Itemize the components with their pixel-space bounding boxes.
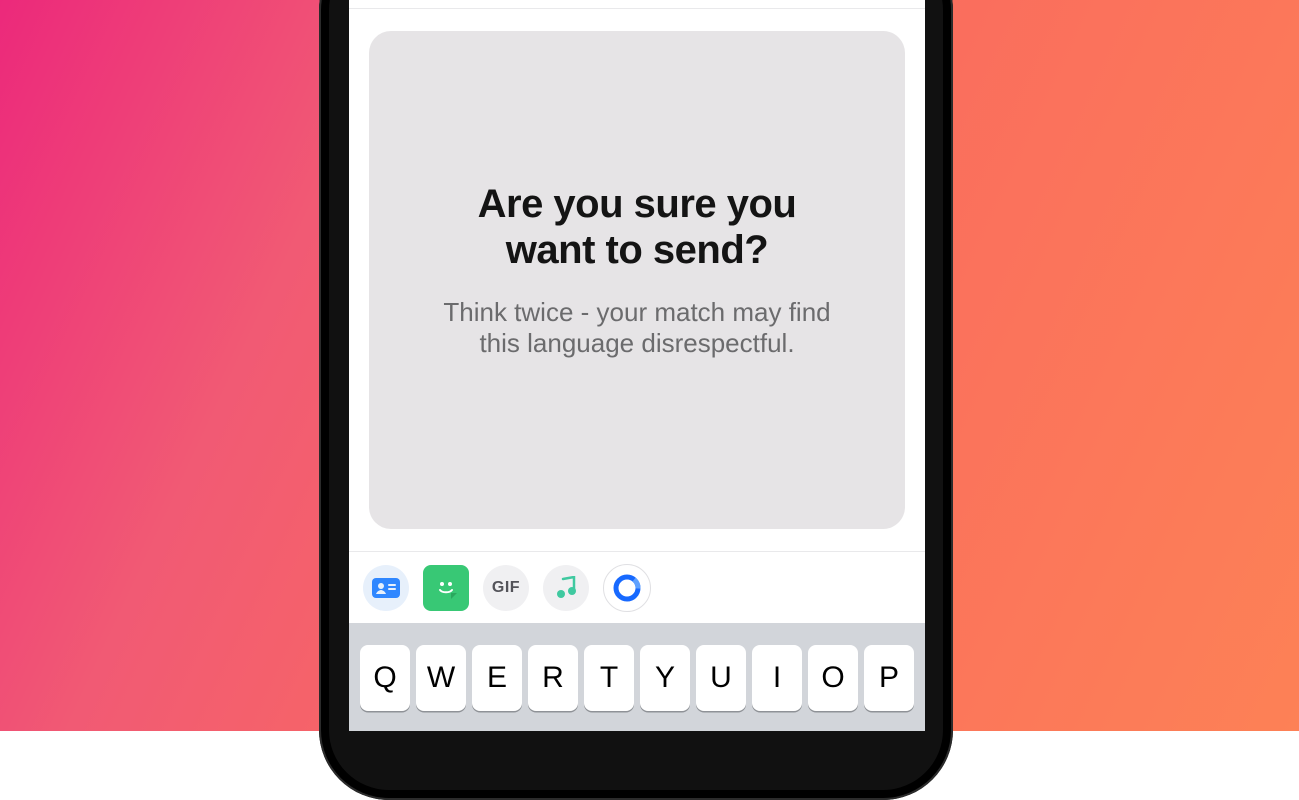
sticker-smiley-icon xyxy=(431,573,461,603)
key-q[interactable]: Q xyxy=(360,645,410,711)
key-i[interactable]: I xyxy=(752,645,802,711)
key-o[interactable]: O xyxy=(808,645,858,711)
keyboard-row-1: Q W E R T Y U I O P xyxy=(349,645,925,711)
phone-screen: Are you sure you want to send? Think twi… xyxy=(349,0,925,731)
contact-card-icon xyxy=(372,578,400,598)
dialog-title-line2: want to send? xyxy=(506,228,768,272)
key-r[interactable]: R xyxy=(528,645,578,711)
confirmation-dialog: Are you sure you want to send? Think twi… xyxy=(369,31,905,529)
key-y[interactable]: Y xyxy=(640,645,690,711)
key-e[interactable]: E xyxy=(472,645,522,711)
gif-icon: GIF xyxy=(492,579,520,597)
input-toolbar: GIF xyxy=(349,551,925,624)
music-note-icon xyxy=(555,576,577,600)
key-t[interactable]: T xyxy=(584,645,634,711)
noom-circle-icon xyxy=(613,574,641,602)
nav-bar-stub xyxy=(349,0,925,9)
noom-button[interactable] xyxy=(603,564,651,612)
dialog-title-line1: Are you sure you xyxy=(478,182,797,226)
sticker-button[interactable] xyxy=(423,565,469,611)
contact-card-button[interactable] xyxy=(363,565,409,611)
dialog-body: Think twice - your match may find this l… xyxy=(399,297,875,359)
gif-button[interactable]: GIF xyxy=(483,565,529,611)
dialog-body-line1: Think twice - your match may find xyxy=(443,297,830,327)
key-u[interactable]: U xyxy=(696,645,746,711)
key-w[interactable]: W xyxy=(416,645,466,711)
dialog-title: Are you sure you want to send? xyxy=(399,181,875,273)
key-p[interactable]: P xyxy=(864,645,914,711)
music-button[interactable] xyxy=(543,565,589,611)
dialog-body-line2: this language disrespectful. xyxy=(479,328,794,358)
system-keyboard: Q W E R T Y U I O P xyxy=(349,623,925,731)
